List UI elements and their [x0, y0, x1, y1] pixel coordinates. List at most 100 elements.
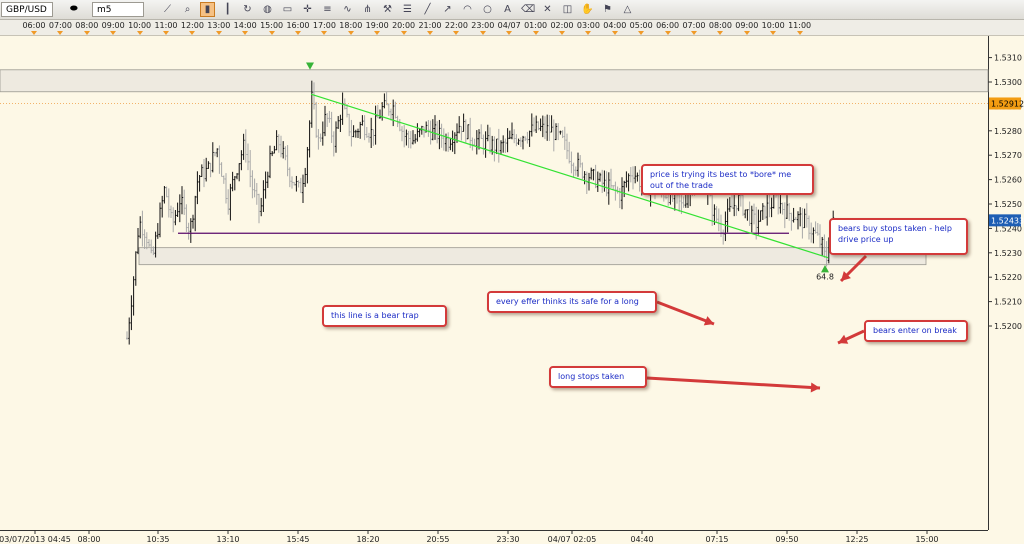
timeframe-selector[interactable]: m5 [92, 2, 144, 17]
chart-type-selector[interactable]: ⬬ [66, 2, 90, 17]
time-tick-label: 04:40 [630, 535, 653, 544]
session-marker [559, 31, 565, 35]
session-marker [321, 31, 328, 35]
callout-every-effer: every effer thinks its safe for a long [487, 291, 657, 313]
tools-button[interactable]: ⚒ [380, 2, 395, 17]
callout-long-stops-text: long stops taken [558, 372, 625, 381]
refresh-icon: ↻ [243, 4, 252, 15]
time-tick-label: 10:35 [146, 535, 169, 544]
callout-price-trying-text: price is trying its best to *bore* me ou… [650, 170, 792, 190]
session-marker [374, 31, 381, 35]
zoom-icon: ⌕ [184, 4, 191, 15]
text-icon: A [504, 4, 511, 15]
shapes-icon: ○ [483, 4, 492, 15]
price-marker-label: 1.52912 [991, 99, 1024, 108]
callout-bears-buy-stops: bears buy stops taken - help drive price… [829, 218, 968, 255]
price-marker-label: 1.52433 [991, 216, 1024, 225]
trash-icon: ✕ [543, 4, 552, 15]
trend-button[interactable]: ╱ [420, 2, 435, 17]
refresh-button[interactable]: ↻ [240, 2, 255, 17]
shapes-button[interactable]: ○ [480, 2, 495, 17]
session-marker [57, 31, 64, 35]
price-tick-label: 1.5280 [994, 127, 1022, 136]
time-tick-label: 04/07 02:05 [548, 535, 597, 544]
session-marker [31, 31, 37, 35]
eraser-button[interactable]: ⌫ [520, 2, 535, 17]
session-marker [163, 31, 169, 35]
time-tick-label: 15:00 [915, 535, 938, 544]
price-tick-label: 1.5300 [994, 78, 1022, 87]
price-tick-label: 1.5260 [994, 176, 1022, 185]
lines-button[interactable]: ☰ [400, 2, 415, 17]
session-marker [215, 31, 222, 35]
text-button[interactable]: A [500, 2, 515, 17]
price-tick-label: 1.5250 [994, 200, 1022, 209]
ruler-button[interactable]: ▭ [280, 2, 295, 17]
alert-button[interactable]: ⚑ [600, 2, 615, 17]
session-marker [83, 31, 90, 35]
globe-icon: ◍ [263, 4, 272, 15]
pitchfork-icon: ⋔ [363, 4, 372, 15]
time-tick-label: 15:45 [286, 535, 309, 544]
price-chart[interactable]: 1.53101.53001.52901.52801.52701.52601.52… [0, 36, 1024, 544]
line-icon: ⟋ [164, 4, 171, 15]
timeframe-label: m5 [97, 5, 112, 15]
session-marker [136, 31, 143, 35]
triangle-icon: △ [623, 4, 632, 15]
resistance-zone [0, 69, 989, 93]
session-marker [453, 31, 460, 35]
trash-button[interactable]: ✕ [540, 2, 555, 17]
session-marker [189, 31, 196, 35]
pitchfork-button[interactable]: ⋔ [360, 2, 375, 17]
callout-long-stops: long stops taken [549, 366, 647, 388]
ray-button[interactable]: ↗ [440, 2, 455, 17]
time-tick-label: 08:00 [77, 535, 100, 544]
indicator-button[interactable]: ∿ [340, 2, 355, 17]
triangle-button[interactable]: △ [620, 2, 635, 17]
magnet-icon: ◠ [463, 4, 472, 15]
callout-bears-enter: bears enter on break [864, 320, 968, 342]
price-tick-label: 1.5230 [994, 249, 1022, 258]
plot-area [0, 36, 988, 544]
time-tick-label: 20:55 [426, 535, 449, 544]
session-marker [506, 31, 513, 35]
hand-icon: ✋ [581, 4, 594, 15]
session-marker [268, 31, 275, 35]
session-marker [400, 31, 407, 35]
session-marker [717, 31, 724, 35]
ray-icon: ↗ [443, 4, 452, 15]
top-time-label: 11:00 [788, 21, 812, 30]
callout-price-trying: price is trying its best to *bore* me ou… [641, 164, 814, 195]
fibonacci-icon: ≡ [323, 4, 332, 15]
lines-icon: ☰ [403, 4, 412, 15]
session-marker [347, 31, 354, 35]
time-tick-label: 03/07/2013 04:45 [0, 535, 71, 544]
session-marker [295, 31, 301, 35]
hand-button[interactable]: ✋ [580, 2, 595, 17]
session-marker [585, 31, 592, 35]
zoom-button[interactable]: ⌕ [180, 2, 195, 17]
globe-button[interactable]: ◍ [260, 2, 275, 17]
ruler-icon: ▭ [282, 4, 293, 15]
symbol-label: GBP/USD [6, 5, 47, 15]
fibonacci-button[interactable]: ≡ [320, 2, 335, 17]
candle-button[interactable]: ▮ [200, 2, 215, 17]
session-marker [638, 31, 645, 35]
crosshair-button[interactable]: ✛ [300, 2, 315, 17]
session-marker [479, 31, 486, 35]
time-tick-label: 07:15 [705, 535, 728, 544]
session-marker [796, 31, 803, 35]
session-marker [532, 31, 539, 35]
session-marker [427, 31, 433, 35]
price-tick-label: 1.5210 [994, 298, 1022, 307]
top-time-scale: 06:00 07:00 08:00 09:00 10:00 11:00 12:00 13:00… [0, 20, 1024, 36]
line-button[interactable]: ⟋ [160, 2, 175, 17]
eraser-icon: ⌫ [521, 4, 536, 15]
time-tick-label: 23:30 [496, 535, 519, 544]
price-tick-label: 1.5200 [994, 322, 1022, 331]
camera-button[interactable]: ◫ [560, 2, 575, 17]
callout-bear-trap: this line is a bear trap [322, 305, 447, 327]
bar-button[interactable]: ┃ [220, 2, 235, 17]
symbol-selector[interactable]: GBP/USD [1, 2, 53, 17]
magnet-button[interactable]: ◠ [460, 2, 475, 17]
